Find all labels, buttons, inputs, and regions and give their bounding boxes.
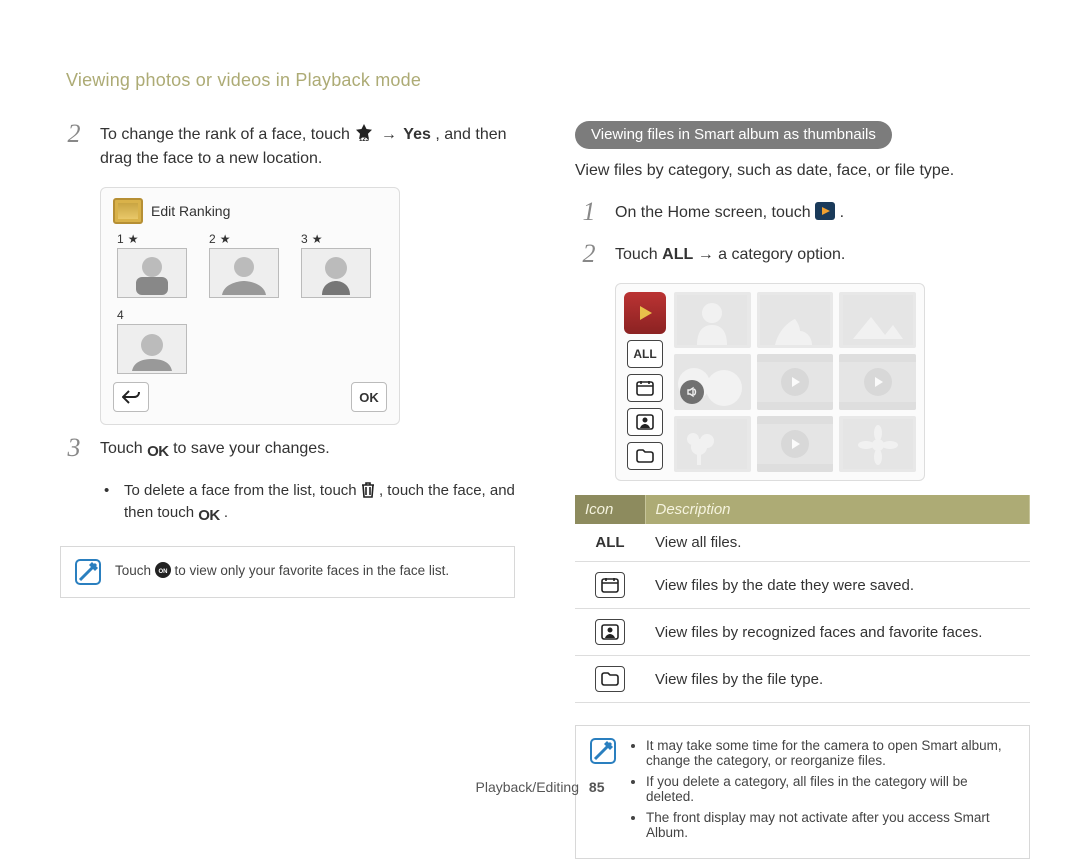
thumbnail-tile (839, 292, 916, 348)
table-desc-cell: View files by recognized faces and favor… (645, 609, 1030, 656)
page-title: Viewing photos or videos in Playback mod… (66, 70, 1030, 91)
ok-icon: OK (147, 441, 169, 464)
table-icon-cell (575, 609, 645, 656)
left-column: 2 To change the rank of a face, touch 12… (60, 121, 515, 859)
manual-page: Viewing photos or videos in Playback mod… (0, 0, 1080, 815)
sidebar-item-face[interactable] (627, 408, 663, 436)
sidebar-item-date[interactable] (627, 374, 663, 402)
table-row: View files by the date they were saved. (575, 562, 1030, 609)
star-icon: ★ (128, 232, 139, 246)
thumbnail-tile (757, 416, 834, 472)
step-text: On the Home screen, touch . (615, 199, 844, 225)
thumbnail-tile (674, 292, 751, 348)
step-number: 3 (60, 435, 88, 461)
face-icon (636, 414, 654, 430)
star-rank-icon: 123 (354, 124, 374, 142)
table-icon-cell (575, 656, 645, 703)
step-text: Touch ALL → a category option. (615, 241, 845, 267)
table-header-icon: Icon (575, 495, 645, 524)
table-icon-cell (575, 562, 645, 609)
svg-text:ON: ON (158, 569, 167, 575)
note-box: Touch ON to view only your favorite face… (60, 546, 515, 598)
note-icon (590, 738, 616, 764)
back-arrow-icon (122, 390, 140, 404)
thumbnail-tile (757, 354, 834, 410)
footer-page-number: 85 (589, 779, 605, 795)
page-footer: Playback/Editing 85 (0, 779, 1080, 795)
step-2: 2 Touch ALL → a category option. (575, 241, 1030, 267)
audio-icon (680, 380, 704, 404)
table-row: View files by the file type. (575, 656, 1030, 703)
smart-album-figure: ALL (615, 283, 925, 481)
table-header-row: Icon Description (575, 495, 1030, 524)
album-thumbnail-grid (674, 292, 916, 472)
two-column-layout: 2 To change the rank of a face, touch 12… (60, 121, 1030, 859)
star-icon: ★ (312, 232, 323, 246)
ok-icon: OK (198, 505, 220, 528)
right-column: Viewing files in Smart album as thumbnai… (575, 121, 1030, 859)
album-cover-icon (624, 292, 666, 334)
step-text: To change the rank of a face, touch 123 … (100, 121, 515, 171)
step-3: 3 Touch OK to save your changes. (60, 435, 515, 464)
thumbnail-tile (674, 354, 751, 410)
album-sidebar: ALL (624, 292, 666, 472)
figure-title: Edit Ranking (151, 203, 230, 219)
thumbnail-tile (757, 292, 834, 348)
trash-icon (361, 482, 375, 498)
footer-section: Playback/Editing (476, 779, 580, 795)
playback-home-icon (815, 202, 835, 220)
rank-cell: 1★ (117, 232, 191, 298)
table-header-desc: Description (645, 495, 1030, 524)
step-number: 2 (60, 121, 88, 147)
favorite-on-icon: ON (155, 562, 171, 578)
table-row: View files by recognized faces and favor… (575, 609, 1030, 656)
table-desc-cell: View files by the date they were saved. (645, 562, 1030, 609)
step-text: Touch OK to save your changes. (100, 435, 330, 464)
step-number: 2 (575, 241, 603, 267)
thumbnail-tile (674, 416, 751, 472)
step-number: 1 (575, 199, 603, 225)
folder-icon (595, 666, 625, 692)
calendar-icon (595, 572, 625, 598)
folder-icon (636, 449, 654, 463)
note-item: It may take some time for the camera to … (646, 738, 1015, 768)
table-desc-cell: View files by the file type. (645, 656, 1030, 703)
face-icon (595, 619, 625, 645)
svg-text:123: 123 (359, 137, 370, 142)
sidebar-item-all[interactable]: ALL (627, 340, 663, 368)
step-1: 1 On the Home screen, touch . (575, 199, 1030, 225)
note-text: Touch ON to view only your favorite face… (115, 559, 449, 585)
table-row: ALL View all files. (575, 524, 1030, 562)
ranking-thumbnail-icon (113, 198, 143, 224)
star-icon: ★ (220, 232, 231, 246)
section-heading-pill: Viewing files in Smart album as thumbnai… (575, 121, 892, 149)
rank-cell: 2★ (209, 232, 283, 298)
edit-ranking-figure: Edit Ranking 1★ 2★ (100, 187, 400, 425)
sub-bullet: • To delete a face from the list, touch … (104, 480, 515, 528)
sidebar-item-folder[interactable] (627, 442, 663, 470)
back-button[interactable] (113, 382, 149, 412)
intro-text: View files by category, such as date, fa… (575, 159, 1030, 183)
face-photo (117, 248, 187, 298)
ok-button[interactable]: OK (351, 382, 387, 412)
icon-description-table: Icon Description ALL View all files. (575, 495, 1030, 703)
rank-cell: 3★ (301, 232, 375, 298)
face-photo (209, 248, 279, 298)
table-desc-cell: View all files. (645, 524, 1030, 562)
face-photo (117, 324, 187, 374)
note-icon (75, 559, 101, 585)
step-2: 2 To change the rank of a face, touch 12… (60, 121, 515, 171)
thumbnail-tile (839, 416, 916, 472)
rank-cell: 4 (117, 308, 191, 374)
thumbnail-tile (839, 354, 916, 410)
face-photo (301, 248, 371, 298)
calendar-icon (636, 380, 654, 396)
table-icon-cell: ALL (575, 524, 645, 562)
